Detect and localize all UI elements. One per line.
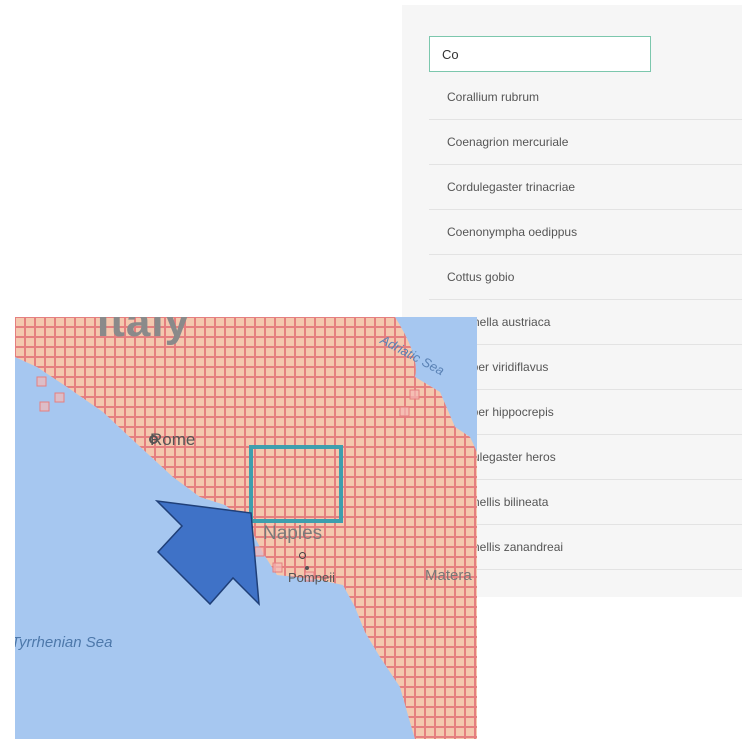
suggestion-item[interactable]: Cottus gobio (429, 255, 742, 300)
suggestion-item[interactable]: Coenagrion mercuriale (429, 120, 742, 165)
city-label-naples: Naples (263, 523, 323, 544)
species-search-input[interactable] (429, 36, 651, 72)
naples-marker-icon (299, 552, 306, 559)
suggestion-item[interactable]: Cordulegaster trinacriae (429, 165, 742, 210)
sea-label-tyrrhenian: Tyrrhenian Sea (15, 634, 113, 651)
suggestion-item[interactable]: Coenonympha oedippus (429, 210, 742, 255)
country-label: Italy (97, 317, 191, 346)
city-label-rome: Rome (150, 430, 196, 449)
pointer-arrow (154, 499, 260, 606)
suggestion-item[interactable]: Corallium rubrum (429, 75, 742, 120)
map-canvas (15, 317, 477, 739)
distribution-map[interactable]: Italy Adriatic Sea Rome Naples Pompeii M… (15, 317, 477, 739)
city-label-pompeii: Pompeii (288, 570, 335, 585)
city-label-matera: Matera (425, 567, 472, 584)
